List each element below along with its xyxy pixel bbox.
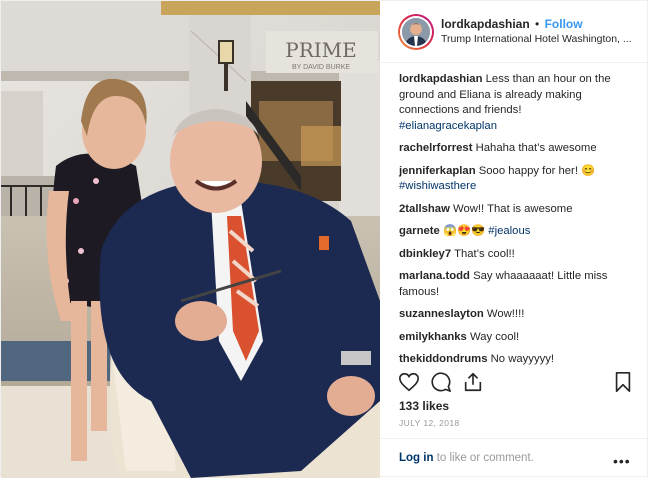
instagram-post: PRIME BY DAVID BURKE lordkapdashian • Fo… [0,0,648,478]
caption: lordkapdashian Less than an hour on the … [399,72,639,134]
comment-username[interactable]: jenniferkaplan [399,165,476,177]
avatar-photo [402,17,430,46]
comment-text: Way cool! [469,330,520,343]
login-link[interactable]: Log in [399,452,434,464]
header-separator: • [535,16,540,31]
comment-hashtag[interactable]: #wishiwasthere [399,179,639,195]
photo-illustration: PRIME BY DAVID BURKE [1,1,380,478]
comment-text: 😱😍😎 [442,225,486,237]
comment-username[interactable]: rachelrforrest [399,142,472,154]
comment-item: marlana.todd Say whaaaaaat! Little miss … [399,269,639,300]
header-username[interactable]: lordkapdashian [441,17,530,31]
comment-text: Wow!!!! [486,308,525,320]
comment-text: No wayyyyy! [490,353,555,365]
bookmark-icon[interactable] [612,371,634,393]
comment-text: That’s cool!! [454,247,515,260]
login-prompt: Log in to like or comment. [399,452,534,464]
location-link[interactable]: Trump International Hotel Washington, ..… [441,32,632,47]
comment-username[interactable]: marlana.todd [399,270,470,282]
comment-item: 2tallshaw Wow!! That is awesome [399,202,639,218]
comment-text: Wow!! That is awesome [453,202,573,215]
heart-icon[interactable] [398,371,420,393]
follow-button[interactable]: Follow [545,17,583,31]
sign-title: PRIME [285,38,357,62]
comment-item: jenniferkaplan Sooo happy for her! 😊 #wi… [399,164,639,195]
caption-username[interactable]: lordkapdashian [399,73,483,85]
comment-item: thekiddondrums No wayyyyy! [399,352,639,368]
post-photo[interactable]: PRIME BY DAVID BURKE [1,1,380,478]
login-text: to like or comment. [433,452,534,464]
comment-username[interactable]: 2tallshaw [399,203,450,215]
comment-item: emilykhanks Way cool! [399,330,639,346]
post-panel: lordkapdashian • Follow Trump Internatio… [381,1,648,478]
more-options-icon[interactable]: ••• [613,453,631,469]
post-header: lordkapdashian • Follow Trump Internatio… [381,1,648,63]
comment-username[interactable]: dbinkley7 [399,248,451,260]
avatar[interactable] [398,13,434,50]
comment-hashtag[interactable]: #jealous [488,225,530,237]
share-icon[interactable] [462,371,484,393]
likes-count[interactable]: 133 likes [399,399,449,413]
comment-username[interactable]: suzanneslayton [399,308,484,320]
comment-item: suzanneslayton Wow!!!! [399,307,639,323]
post-date: JULY 12, 2018 [399,418,460,428]
sign-subtitle: BY DAVID BURKE [292,64,350,71]
comment-username[interactable]: thekiddondrums [399,353,488,365]
post-footer: Log in to like or comment. ••• [381,438,648,478]
comment-text: Sooo happy for her! 😊 [478,164,596,177]
comment-item: dbinkley7 That’s cool!! [399,247,639,263]
comments-list: lordkapdashian Less than an hour on the … [399,72,639,375]
caption-hashtag[interactable]: #elianagracekaplan [399,119,639,135]
comment-item: garnete 😱😍😎 #jealous [399,224,639,240]
comment-text: Hahaha that’s awesome [475,142,597,154]
comment-item: rachelrforrest Hahaha that’s awesome [399,141,639,157]
action-bar [398,371,634,395]
comment-username[interactable]: emilykhanks [399,331,467,343]
comment-icon[interactable] [430,371,452,393]
comment-username[interactable]: garnete [399,225,440,237]
